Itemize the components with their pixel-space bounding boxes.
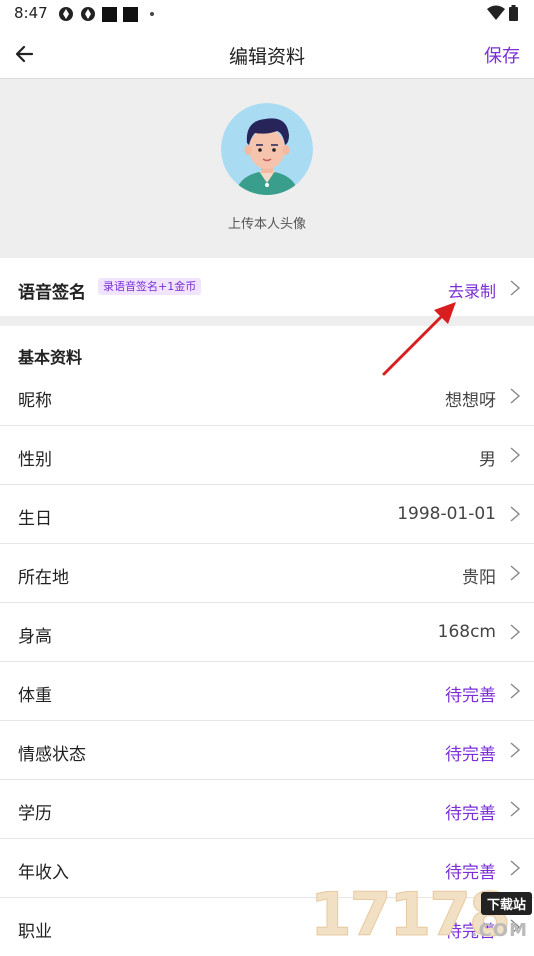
row-label: 年收入 bbox=[18, 863, 69, 883]
row-gender[interactable]: 性别 男 bbox=[0, 426, 534, 485]
status-time: 8:47 bbox=[14, 4, 48, 22]
chevron-right-icon bbox=[510, 506, 521, 522]
status-bar: 8:47 bbox=[0, 0, 534, 30]
system-icons bbox=[487, 5, 518, 21]
app-notification-icon bbox=[123, 6, 138, 22]
section-divider bbox=[0, 316, 534, 326]
avatar-section: 上传本人头像 bbox=[0, 79, 534, 258]
wifi-icon bbox=[487, 5, 505, 20]
battery-icon bbox=[509, 5, 518, 21]
app-notification-icon bbox=[59, 7, 73, 21]
row-birthday[interactable]: 生日 1998-01-01 bbox=[0, 485, 534, 544]
voice-signature-title: 语音签名 bbox=[18, 283, 86, 303]
row-label: 性别 bbox=[18, 450, 52, 470]
row-label: 情感状态 bbox=[18, 745, 86, 765]
row-value: 待完善 bbox=[445, 745, 496, 765]
chevron-right-icon bbox=[510, 919, 521, 935]
row-label: 生日 bbox=[18, 509, 52, 529]
row-label: 身高 bbox=[18, 627, 52, 647]
app-notification-icon bbox=[81, 7, 95, 21]
row-relationship-status[interactable]: 情感状态 待完善 bbox=[0, 721, 534, 780]
basic-info-title: 基本资料 bbox=[18, 348, 83, 367]
chevron-right-icon bbox=[510, 683, 521, 699]
record-voice-link[interactable]: 去录制 bbox=[448, 278, 496, 302]
row-value: 男 bbox=[479, 450, 496, 470]
row-location[interactable]: 所在地 贵阳 bbox=[0, 544, 534, 603]
row-label: 昵称 bbox=[18, 391, 52, 411]
row-value: 贵阳 bbox=[462, 568, 496, 588]
avatar[interactable] bbox=[221, 103, 313, 195]
nav-bar: 编辑资料 保存 bbox=[0, 30, 534, 79]
row-value: 待完善 bbox=[445, 686, 496, 706]
row-occupation[interactable]: 职业 待完善 bbox=[0, 898, 534, 956]
page-title: 编辑资料 bbox=[228, 46, 305, 68]
row-label: 体重 bbox=[18, 686, 52, 706]
row-label: 所在地 bbox=[18, 568, 69, 588]
chevron-right-icon bbox=[510, 280, 521, 296]
app-notification-icon bbox=[102, 6, 117, 22]
chevron-right-icon bbox=[510, 624, 521, 640]
row-label: 学历 bbox=[18, 804, 52, 824]
voice-signature-row[interactable]: 语音签名 录语音签名+1金币 去录制 bbox=[0, 258, 534, 316]
basic-info-list: 昵称 想想呀 性别 男 生日 1998-01-01 所在地 贵阳 身高 168c… bbox=[0, 367, 534, 956]
row-value: 待完善 bbox=[445, 804, 496, 824]
row-value: 待完善 bbox=[445, 922, 496, 942]
row-value: 想想呀 bbox=[445, 391, 496, 411]
row-value: 1998-01-01 bbox=[397, 504, 496, 524]
row-label: 职业 bbox=[18, 922, 52, 942]
row-weight[interactable]: 体重 待完善 bbox=[0, 662, 534, 721]
chevron-right-icon bbox=[510, 860, 521, 876]
row-height[interactable]: 身高 168cm bbox=[0, 603, 534, 662]
chevron-right-icon bbox=[510, 742, 521, 758]
avatar-illustration bbox=[221, 103, 313, 195]
voice-signature-badge: 录语音签名+1金币 bbox=[98, 278, 202, 295]
row-annual-income[interactable]: 年收入 待完善 bbox=[0, 839, 534, 898]
chevron-right-icon bbox=[510, 565, 521, 581]
save-button[interactable]: 保存 bbox=[484, 42, 520, 68]
chevron-right-icon bbox=[510, 801, 521, 817]
row-education[interactable]: 学历 待完善 bbox=[0, 780, 534, 839]
chevron-right-icon bbox=[510, 447, 521, 463]
row-value: 168cm bbox=[437, 622, 496, 642]
chevron-right-icon bbox=[510, 388, 521, 404]
notification-icons bbox=[58, 6, 154, 22]
avatar-caption: 上传本人头像 bbox=[227, 217, 306, 232]
more-notifications-icon bbox=[150, 12, 154, 16]
row-value: 待完善 bbox=[445, 863, 496, 883]
row-nickname[interactable]: 昵称 想想呀 bbox=[0, 367, 534, 426]
